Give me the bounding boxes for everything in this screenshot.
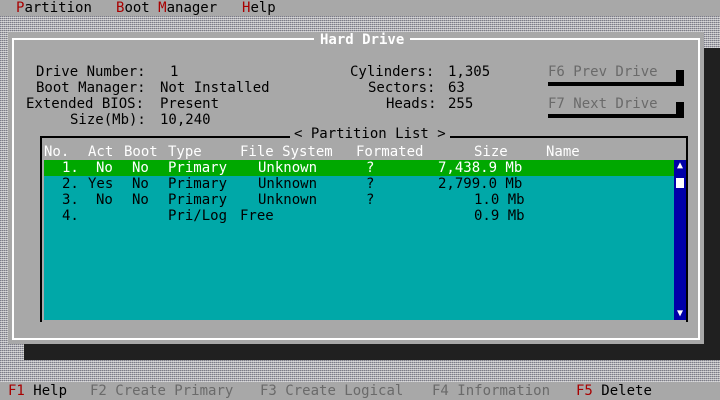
cell-size: 1.0 Mb <box>474 192 525 208</box>
f2-key-text: Create Primary <box>115 383 234 399</box>
partition-list-title: < Partition List > <box>290 126 450 142</box>
cell-type: Pri/Log <box>168 208 228 224</box>
f2-key-label: F2 <box>90 383 107 399</box>
cell-file-system: Unknown <box>258 192 318 208</box>
f4-key-text: Information <box>457 383 551 399</box>
f2-create-primary-key[interactable]: F2 Create Primary <box>90 383 233 399</box>
partition-list-header: No. Act Boot Type File System Formated S… <box>44 144 684 160</box>
cell-file-system: Unknown <box>258 176 318 192</box>
cell-boot: No <box>132 192 149 208</box>
cell-boot: No <box>132 176 149 192</box>
col-header-name: Name <box>546 144 580 160</box>
cell-no: 1. <box>62 160 79 176</box>
scrollbar-thumb[interactable] <box>676 178 684 188</box>
cell-formated: ? <box>366 192 375 208</box>
next-drive-button-shadow <box>676 102 684 114</box>
heads-value: 255 <box>448 96 474 112</box>
next-drive-button-shadow-bottom <box>548 114 684 118</box>
col-header-boot: Boot <box>124 144 158 160</box>
partition-list[interactable]: 1. No No Primary Unknown ? 7,438.9 Mb 2.… <box>44 160 680 320</box>
extended-bios-value: Present <box>160 96 220 112</box>
menu-partition-label: artition <box>24 0 92 16</box>
cell-no: 2. <box>62 176 79 192</box>
menu-manager-hotkey: M <box>158 0 167 16</box>
dialog-shadow-bottom <box>24 344 720 360</box>
hard-drive-dialog: Hard Drive Drive Number: 1 Boot Manager:… <box>8 32 704 344</box>
cell-type: Primary <box>168 192 228 208</box>
cylinders-value: 1,305 <box>448 64 491 80</box>
cell-boot: No <box>132 160 149 176</box>
sectors-value: 63 <box>448 80 465 96</box>
col-header-size: Size <box>474 144 508 160</box>
partition-row-2[interactable]: 2. Yes No Primary Unknown ? 2,799.0 Mb <box>44 176 680 192</box>
partition-row-4[interactable]: 4. Pri/Log Free 0.9 Mb <box>44 208 680 224</box>
cell-formated: ? <box>366 160 375 176</box>
dialog-shadow-right <box>704 48 720 360</box>
next-drive-button[interactable]: F7 Next Drive <box>548 96 658 112</box>
cell-act: Yes <box>88 176 114 192</box>
f5-delete-key[interactable]: F5 Delete <box>576 383 652 399</box>
menu-boot-manager[interactable]: Boot Manager <box>116 0 217 16</box>
size-label: Size(Mb): <box>70 112 146 128</box>
size-value: 10,240 <box>160 112 211 128</box>
partition-row-1[interactable]: 1. No No Primary Unknown ? 7,438.9 Mb <box>44 160 680 176</box>
col-header-no: No. <box>44 144 70 160</box>
f5-key-label: F5 <box>576 383 593 399</box>
f1-help-key[interactable]: F1 Help <box>8 383 67 399</box>
f4-information-key[interactable]: F4 Information <box>432 383 550 399</box>
menu-help-label: elp <box>250 0 276 16</box>
f5-key-text: Delete <box>601 383 652 399</box>
drive-number-value: 1 <box>170 64 179 80</box>
cell-formated: ? <box>366 176 375 192</box>
prev-drive-button-shadow <box>676 70 684 82</box>
boot-manager-value: Not Installed <box>160 80 270 96</box>
cell-type: Primary <box>168 176 228 192</box>
cell-file-system: Free <box>240 208 274 224</box>
extended-bios-label: Extended BIOS: <box>26 96 145 112</box>
menu-help[interactable]: Help <box>242 0 276 16</box>
partition-list-scrollbar[interactable]: ▲ ▼ <box>674 160 686 320</box>
f3-create-logical-key[interactable]: F3 Create Logical <box>260 383 403 399</box>
heads-label: Heads: <box>386 96 437 112</box>
cell-size: 0.9 Mb <box>474 208 525 224</box>
prev-drive-button[interactable]: F6 Prev Drive <box>548 64 658 80</box>
cell-act: No <box>96 160 113 176</box>
cell-act: No <box>96 192 113 208</box>
col-header-act: Act <box>88 144 114 160</box>
boot-manager-label: Boot Manager: <box>36 80 146 96</box>
f1-key-label: F1 <box>8 383 25 399</box>
cell-size: 7,438.9 Mb <box>438 160 523 176</box>
col-header-type: Type <box>168 144 202 160</box>
dialog-title: Hard Drive <box>314 32 411 48</box>
status-bar: F1 Help F2 Create Primary F3 Create Logi… <box>0 382 720 400</box>
cell-no: 3. <box>62 192 79 208</box>
partition-row-3[interactable]: 3. No No Primary Unknown ? 1.0 Mb <box>44 192 680 208</box>
f3-key-text: Create Logical <box>285 383 404 399</box>
menu-manager-label: anager <box>166 0 218 16</box>
cell-no: 4. <box>62 208 79 224</box>
prev-drive-button-shadow-bottom <box>548 82 684 86</box>
menu-boot-label: oot <box>124 0 159 16</box>
col-header-file-system: File System <box>240 144 333 160</box>
menu-partition[interactable]: Partition <box>16 0 92 16</box>
f1-key-text: Help <box>33 383 68 399</box>
scroll-down-icon[interactable]: ▼ <box>674 308 686 320</box>
scroll-up-icon[interactable]: ▲ <box>674 160 686 172</box>
f4-key-label: F4 <box>432 383 449 399</box>
drive-number-label: Drive Number: <box>36 64 146 80</box>
cell-file-system: Unknown <box>258 160 318 176</box>
col-header-formated: Formated <box>356 144 424 160</box>
cylinders-label: Cylinders: <box>350 64 435 80</box>
cell-type: Primary <box>168 160 228 176</box>
f3-key-label: F3 <box>260 383 277 399</box>
menu-bar: Partition Boot Manager Help <box>0 0 720 16</box>
cell-size: 2,799.0 Mb <box>438 176 523 192</box>
sectors-label: Sectors: <box>368 80 436 96</box>
